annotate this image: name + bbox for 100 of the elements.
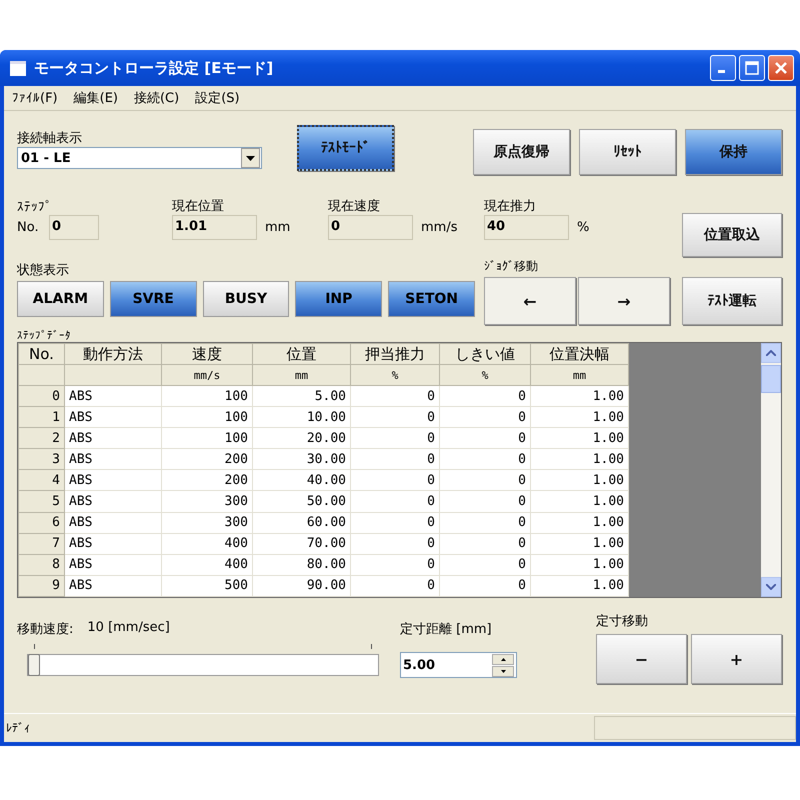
scrollbar[interactable]	[761, 343, 781, 597]
table-cell: 1.00	[530, 533, 628, 554]
distance-spinner[interactable]: 5.00	[400, 652, 517, 678]
table-cell: 0	[440, 512, 530, 534]
maximize-button[interactable]	[739, 55, 765, 81]
row-number: 9	[18, 575, 64, 596]
table-cell: 100	[162, 428, 252, 449]
speed-label: 移動速度:	[17, 621, 74, 638]
scroll-up-icon[interactable]	[761, 343, 781, 363]
table-cell: 300	[162, 512, 252, 534]
axis-dropdown[interactable]: 01 - LE	[17, 147, 262, 169]
fixed-move-label: 定寸移動	[596, 613, 649, 630]
command-button[interactable]: 原点復帰	[473, 129, 570, 175]
readout-field: 40	[484, 215, 569, 240]
table-cell: 1.00	[530, 512, 628, 534]
command-button[interactable]: ﾃｽﾄﾓｰﾄﾞ	[297, 125, 394, 171]
table-cell: 1.00	[530, 470, 628, 491]
status-indicator: ALARM	[17, 281, 104, 317]
readout-field: 1.01	[172, 215, 257, 240]
column-header: 位置	[252, 344, 350, 364]
window-title: モータコントローラ設定 [Eモード]	[34, 58, 274, 78]
table-cell: 80.00	[252, 554, 350, 576]
table-cell: ABS	[64, 512, 162, 534]
readout-field: 0	[328, 215, 413, 240]
step-move-button[interactable]: +	[691, 634, 782, 684]
table-cell: 300	[162, 490, 252, 512]
axis-label: 接続軸表示	[17, 130, 83, 147]
unit-label: %	[577, 220, 590, 235]
status-label: 状態表示	[17, 262, 70, 279]
table-cell: 0	[440, 448, 530, 470]
close-button[interactable]	[768, 55, 794, 81]
table-cell: 0	[350, 575, 440, 596]
minimize-icon	[718, 70, 724, 73]
column-header: No.	[18, 344, 64, 364]
table-cell: 0	[440, 533, 530, 554]
close-icon	[774, 61, 788, 75]
status-indicator: SETON	[388, 281, 475, 317]
table-cell: 0	[350, 512, 440, 534]
status-indicator: INP	[295, 281, 382, 317]
table-cell: 30.00	[252, 448, 350, 470]
command-button[interactable]: ﾘｾｯﾄ	[579, 129, 676, 175]
distance-label: 定寸距離 [mm]	[400, 621, 493, 638]
menu-item[interactable]: 設定(S)	[195, 89, 240, 107]
table-cell: 0	[350, 554, 440, 576]
jog-button[interactable]: →	[578, 277, 670, 325]
table-cell: ABS	[64, 533, 162, 554]
jog-button[interactable]: ←	[484, 277, 576, 325]
table-cell: 1.00	[530, 554, 628, 576]
status-text: ﾚﾃﾞｨ	[5, 721, 30, 735]
table-cell: ABS	[64, 448, 162, 470]
table-cell: 200	[162, 448, 252, 470]
table-cell: 1.00	[530, 428, 628, 449]
row-number: 2	[18, 428, 64, 449]
speed-reading: 10 [mm/sec]	[87, 620, 170, 637]
table-cell: 1.00	[530, 386, 628, 407]
row-number: 7	[18, 533, 64, 554]
table-cell: 500	[162, 575, 252, 596]
scroll-thumb[interactable]	[761, 365, 781, 393]
table-cell: 100	[162, 406, 252, 428]
readout-label: 現在速度	[328, 198, 381, 215]
unit-header: %	[350, 364, 440, 386]
table-cell: 50.00	[252, 490, 350, 512]
table-cell: 0	[350, 533, 440, 554]
unit-label: mm	[265, 220, 290, 235]
table-title: ｽﾃｯﾌﾟﾃﾞｰﾀ	[17, 329, 72, 342]
table-cell: 0	[350, 448, 440, 470]
test-run-button[interactable]: ﾃｽﾄ運転	[682, 277, 782, 325]
table-cell: 0	[350, 406, 440, 428]
column-header: 押当推力	[350, 344, 440, 364]
unit-header: mm/s	[162, 364, 252, 386]
table-cell: 60.00	[252, 512, 350, 534]
scroll-down-icon[interactable]	[761, 577, 781, 597]
menu-item[interactable]: ﾌｧｲﾙ(F)	[12, 90, 58, 106]
table-cell: 1.00	[530, 490, 628, 512]
table-cell: ABS	[64, 575, 162, 596]
spin-down-icon[interactable]	[492, 666, 514, 676]
row-number: 0	[18, 386, 64, 407]
table-cell: 0	[350, 490, 440, 512]
step-number-field: 0	[49, 215, 99, 240]
table-cell: ABS	[64, 428, 162, 449]
menu-item[interactable]: 接続(C)	[134, 89, 180, 107]
row-number: 3	[18, 448, 64, 470]
table-cell: 400	[162, 554, 252, 576]
table-cell: 400	[162, 533, 252, 554]
readout-label: 現在位置	[172, 198, 225, 215]
table-cell: 0	[440, 470, 530, 491]
command-button[interactable]: 保持	[685, 129, 782, 175]
row-number: 4	[18, 470, 64, 491]
menu-item[interactable]: 編集(E)	[74, 89, 118, 107]
speed-slider[interactable]	[27, 644, 379, 674]
table-cell: 1.00	[530, 575, 628, 596]
spin-up-icon[interactable]	[492, 654, 514, 664]
table-cell: 0	[350, 470, 440, 491]
minimize-button[interactable]	[710, 55, 736, 81]
table-cell: 0	[350, 386, 440, 407]
step-move-button[interactable]: −	[596, 634, 687, 684]
capture-position-button[interactable]: 位置取込	[682, 213, 782, 257]
row-number: 5	[18, 490, 64, 512]
table-cell: 0	[440, 406, 530, 428]
unit-label: mm/s	[421, 220, 458, 235]
